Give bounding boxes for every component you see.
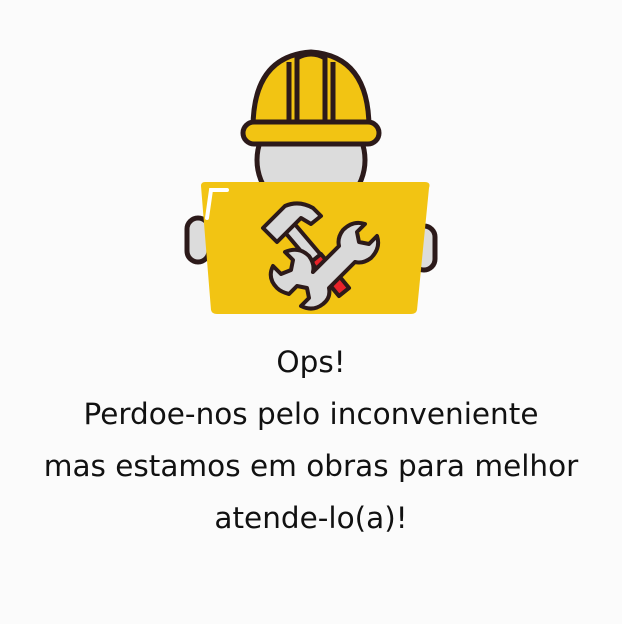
error-message: Ops! Perdoe-nos pelo inconveniente mas e…: [0, 336, 622, 544]
message-line-closing: atende-lo(a)!: [214, 501, 408, 535]
message-title: Ops!: [276, 345, 346, 379]
message-line-construction: mas estamos em obras para melhor: [43, 449, 579, 483]
construction-worker-icon: [184, 49, 438, 314]
message-line-apology: Perdoe-nos pelo inconveniente: [83, 397, 539, 431]
